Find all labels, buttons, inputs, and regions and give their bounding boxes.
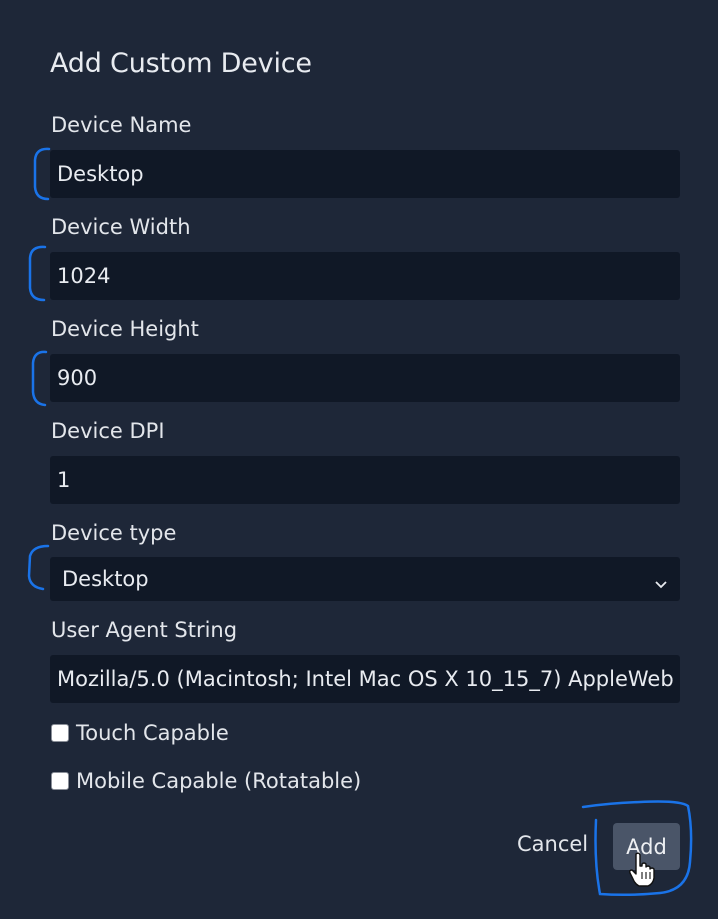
chevron-down-icon — [654, 572, 668, 589]
device-dpi-input[interactable] — [50, 456, 680, 504]
touch-capable-checkbox[interactable] — [51, 724, 69, 742]
device-width-input[interactable] — [50, 252, 680, 300]
device-width-label: Device Width — [51, 215, 191, 239]
device-name-label: Device Name — [51, 113, 192, 137]
user-agent-label: User Agent String — [51, 618, 238, 642]
device-name-input[interactable] — [50, 150, 680, 198]
user-agent-input[interactable] — [50, 655, 680, 703]
device-type-label: Device type — [51, 521, 177, 545]
mobile-capable-row[interactable]: Mobile Capable (Rotatable) — [51, 769, 361, 793]
device-height-input[interactable] — [50, 354, 680, 402]
touch-capable-label: Touch Capable — [76, 721, 229, 745]
mobile-capable-checkbox[interactable] — [51, 772, 69, 790]
touch-capable-row[interactable]: Touch Capable — [51, 721, 229, 745]
mobile-capable-label: Mobile Capable (Rotatable) — [76, 769, 362, 793]
device-type-select[interactable]: Desktop — [50, 557, 680, 601]
device-type-selected-value: Desktop — [62, 567, 149, 591]
device-dpi-label: Device DPI — [51, 419, 165, 443]
cancel-button[interactable]: Cancel — [517, 832, 588, 856]
hand-pointer-icon — [629, 852, 655, 887]
device-height-label: Device Height — [51, 317, 199, 341]
dialog-title: Add Custom Device — [50, 48, 312, 79]
add-custom-device-dialog: Add Custom Device Device Name Device Wid… — [0, 0, 718, 919]
